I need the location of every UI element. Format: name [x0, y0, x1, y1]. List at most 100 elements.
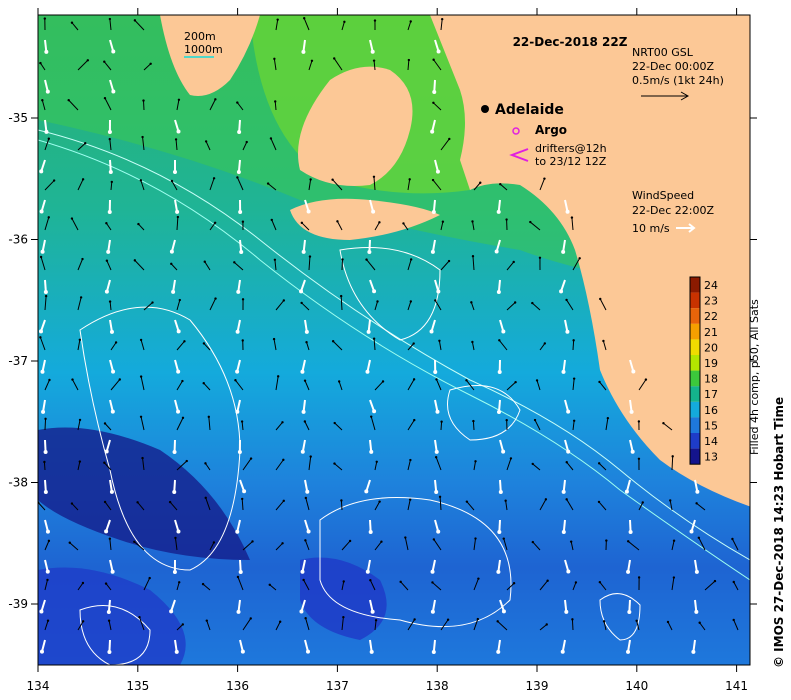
current-arrow-head: [404, 536, 407, 539]
wind-arrow-head: [565, 209, 570, 214]
current-arrow-head: [635, 619, 638, 622]
wind-arrow-head: [370, 49, 375, 54]
current-arrow-head: [440, 17, 444, 21]
current-arrow-head: [310, 59, 314, 62]
current-arrow-head: [662, 422, 665, 425]
wind-arrow-head: [566, 569, 571, 574]
current-arrow-head: [103, 60, 106, 63]
current-arrow-head: [170, 262, 173, 266]
x-tick-label: 135: [126, 679, 149, 693]
wind-arrow-head: [431, 649, 436, 654]
current-arrow-head: [471, 340, 474, 344]
current-arrow-head: [637, 420, 641, 423]
current-arrow-head: [333, 57, 336, 60]
x-tick-label: 137: [326, 679, 349, 693]
wind-arrow-head: [370, 609, 375, 614]
current-arrow-head: [170, 179, 174, 183]
current-arrow-head: [531, 540, 535, 544]
wind-arrow-head: [496, 209, 501, 214]
wind-arrow-head: [627, 609, 632, 614]
current-arrow-head: [212, 177, 216, 180]
x-tick-label: 141: [725, 679, 748, 693]
current-arrow-head: [174, 138, 178, 141]
current-arrow-head: [47, 539, 51, 543]
current-arrow-head: [465, 500, 469, 503]
colorbar-swatch: [690, 370, 700, 387]
current-arrow-head: [205, 619, 208, 622]
wind-arrow-head: [109, 329, 114, 334]
current-arrow-head: [303, 379, 307, 382]
currents-scale: 0.5m/s (1kt 24h): [632, 74, 724, 87]
colorbar-swatch: [690, 308, 700, 324]
current-arrow-head: [409, 20, 412, 23]
wind-arrow-head: [566, 409, 571, 414]
wind-arrow-head: [561, 489, 566, 494]
current-arrow-head: [498, 339, 501, 342]
colorbar-tick-label: 21: [704, 326, 718, 339]
colorbar-swatch: [690, 386, 700, 402]
wind-arrow-head: [169, 249, 174, 254]
current-arrow-head: [435, 378, 438, 381]
current-arrow-head: [538, 256, 542, 259]
current-arrow-head: [141, 456, 144, 460]
wind-arrow-head: [44, 49, 49, 54]
current-arrow-head: [251, 540, 254, 543]
wind-arrow-head: [107, 649, 112, 654]
wind-arrow-head: [43, 449, 48, 454]
wind-arrow-head: [300, 569, 305, 574]
current-arrow-head: [214, 297, 217, 300]
wind-arrow-head: [430, 249, 435, 254]
current-arrow-head: [505, 218, 508, 221]
current-arrow: [44, 418, 47, 431]
current-arrow-head: [81, 581, 85, 585]
current-arrow: [340, 500, 343, 511]
current-arrow-head: [340, 499, 343, 502]
wind-arrow-head: [305, 489, 310, 494]
current-arrow-head: [695, 502, 698, 505]
wind-arrow-head: [111, 89, 116, 94]
wind-arrow-head: [235, 529, 240, 534]
current-arrow-head: [48, 378, 51, 382]
current-arrow-head: [471, 255, 475, 258]
wind-arrow-head: [236, 609, 241, 614]
wind-arrow-head: [172, 569, 177, 574]
wind-arrow-head: [106, 609, 111, 614]
colorbar-swatch: [690, 448, 700, 465]
wind-arrow-head: [434, 449, 439, 454]
current-arrow-head: [139, 179, 143, 182]
current-arrow-head: [110, 180, 113, 184]
current-arrow-head: [103, 461, 106, 464]
wind-arrow-head: [39, 209, 44, 214]
current-arrow: [671, 456, 674, 471]
wind-arrow-head: [430, 609, 435, 614]
wind-arrow-head: [44, 129, 49, 134]
wind-arrow-head: [565, 329, 570, 334]
current-arrow-head: [408, 498, 412, 501]
current-arrow-head: [512, 260, 515, 264]
current-arrow-head: [241, 497, 244, 501]
wind-arrow-head: [175, 209, 180, 214]
current-arrow-head: [504, 499, 507, 502]
current-arrow-head: [637, 576, 641, 579]
wind-arrow-head: [176, 409, 181, 414]
current-arrow-head: [308, 255, 312, 258]
current-arrow-head: [133, 19, 137, 22]
current-arrow-head: [204, 496, 207, 500]
wind-arrow-head: [39, 609, 44, 614]
current-arrow-head: [533, 418, 537, 422]
current-arrow-head: [342, 580, 345, 583]
wind-arrow-head: [561, 369, 566, 374]
current-arrow-head: [666, 620, 670, 624]
current-arrow-head: [249, 617, 252, 620]
current-arrow-head: [378, 221, 381, 224]
current-arrow-head: [282, 299, 286, 302]
current-arrow-head: [305, 341, 308, 344]
current-arrow-head: [336, 220, 339, 223]
current-arrow-head: [378, 500, 381, 503]
wind-arrow-head: [432, 89, 437, 94]
current-arrow-head: [282, 458, 285, 462]
wind-arrow-head: [364, 489, 369, 494]
current-arrow-head: [412, 342, 415, 345]
current-arrow-head: [432, 538, 436, 541]
current-arrow-head: [409, 300, 413, 303]
